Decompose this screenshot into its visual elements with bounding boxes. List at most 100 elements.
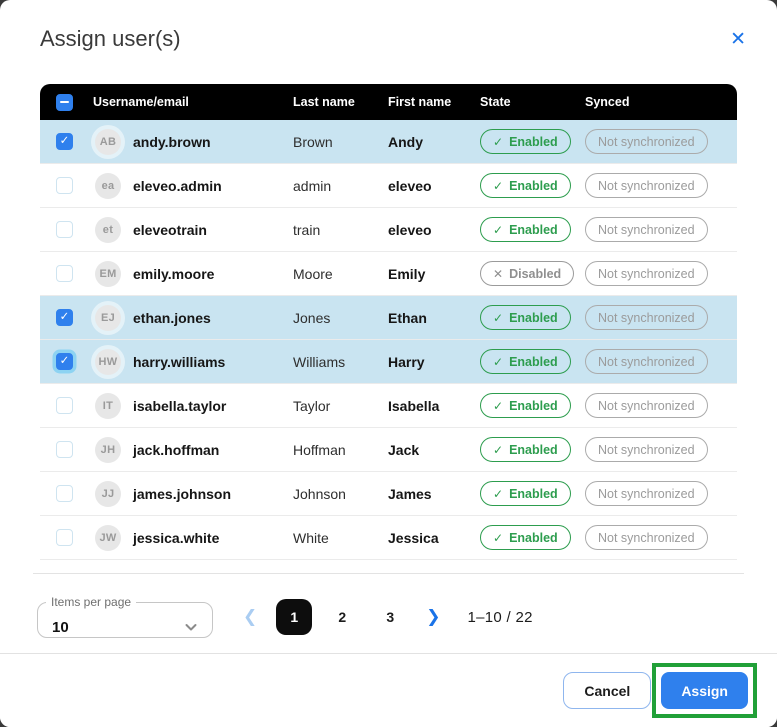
synced-badge: Not synchronized — [585, 481, 708, 506]
state-text: Enabled — [509, 443, 558, 457]
state-badge: ✓ Enabled — [480, 129, 571, 154]
state-text: Enabled — [509, 135, 558, 149]
last-name-text: train — [293, 222, 388, 238]
avatar: et — [95, 217, 121, 243]
state-cell: ✓ Enabled — [480, 129, 585, 154]
table-row[interactable]: ✓ HW harry.williams Williams Harry ✓ Ena… — [40, 340, 737, 384]
state-badge: ✓ Enabled — [480, 525, 571, 550]
first-name-text: Harry — [388, 354, 480, 370]
username-text: jessica.white — [133, 530, 219, 546]
synced-cell: Not synchronized — [585, 481, 737, 506]
username-text: andy.brown — [133, 134, 211, 150]
state-icon: ✕ — [493, 268, 503, 280]
avatar: AB — [95, 129, 121, 155]
synced-badge: Not synchronized — [585, 129, 708, 154]
prev-page-icon[interactable]: ❮ — [243, 607, 257, 627]
row-checkbox-cell: ✓ — [40, 309, 82, 326]
column-header-firstname: First name — [388, 95, 480, 109]
state-badge: ✓ Enabled — [480, 349, 571, 374]
table-row[interactable]: ✓ JJ james.johnson Johnson James ✓ Enabl… — [40, 472, 737, 516]
table-bottom-divider — [33, 573, 744, 574]
cancel-button[interactable]: Cancel — [563, 672, 651, 709]
users-table: Username/email Last name First name Stat… — [40, 84, 737, 560]
user-cell: IT isabella.taylor — [82, 393, 293, 419]
username-text: isabella.taylor — [133, 398, 226, 414]
table-row[interactable]: ✓ EM emily.moore Moore Emily ✕ Disabled … — [40, 252, 737, 296]
table-row[interactable]: ✓ JW jessica.white White Jessica ✓ Enabl… — [40, 516, 737, 560]
avatar: EM — [95, 261, 121, 287]
page-button-1[interactable]: 1 — [276, 599, 312, 635]
user-cell: et eleveotrain — [82, 217, 293, 243]
synced-badge: Not synchronized — [585, 393, 708, 418]
row-checkbox-cell: ✓ — [40, 529, 82, 546]
last-name-text: Brown — [293, 134, 388, 150]
last-name-text: Moore — [293, 266, 388, 282]
state-cell: ✓ Enabled — [480, 173, 585, 198]
row-checkbox[interactable]: ✓ — [56, 485, 73, 502]
state-badge: ✓ Enabled — [480, 481, 571, 506]
table-row[interactable]: ✓ ea eleveo.admin admin eleveo ✓ Enabled… — [40, 164, 737, 208]
dialog-header: Assign user(s) ✕ — [0, 0, 777, 53]
row-checkbox-cell: ✓ — [40, 441, 82, 458]
user-cell: JH jack.hoffman — [82, 437, 293, 463]
state-badge: ✓ Enabled — [480, 393, 571, 418]
username-text: jack.hoffman — [133, 442, 219, 458]
table-row[interactable]: ✓ JH jack.hoffman Hoffman Jack ✓ Enabled… — [40, 428, 737, 472]
state-text: Enabled — [509, 487, 558, 501]
page-button-3[interactable]: 3 — [372, 599, 408, 635]
row-checkbox[interactable]: ✓ — [56, 309, 73, 326]
next-page-icon[interactable]: ❯ — [426, 607, 440, 627]
state-text: Enabled — [509, 223, 558, 237]
close-icon[interactable]: ✕ — [722, 26, 754, 53]
row-checkbox-cell: ✓ — [40, 397, 82, 414]
select-all-checkbox[interactable] — [56, 94, 73, 111]
row-checkbox[interactable]: ✓ — [56, 353, 73, 370]
row-checkbox[interactable]: ✓ — [56, 177, 73, 194]
row-checkbox[interactable]: ✓ — [56, 441, 73, 458]
user-cell: ea eleveo.admin — [82, 173, 293, 199]
state-text: Enabled — [509, 179, 558, 193]
state-icon: ✓ — [493, 136, 503, 148]
row-checkbox[interactable]: ✓ — [56, 133, 73, 150]
page-button-2[interactable]: 2 — [324, 599, 360, 635]
items-per-page-select[interactable]: Items per page 10 — [37, 596, 213, 638]
table-row[interactable]: ✓ EJ ethan.jones Jones Ethan ✓ Enabled N… — [40, 296, 737, 340]
first-name-text: Jessica — [388, 530, 480, 546]
row-checkbox-cell: ✓ — [40, 485, 82, 502]
table-row[interactable]: ✓ IT isabella.taylor Taylor Isabella ✓ E… — [40, 384, 737, 428]
state-cell: ✓ Enabled — [480, 393, 585, 418]
state-text: Enabled — [509, 531, 558, 545]
user-cell: AB andy.brown — [82, 129, 293, 155]
row-checkbox[interactable]: ✓ — [56, 265, 73, 282]
first-name-text: Jack — [388, 442, 480, 458]
table-row[interactable]: ✓ et eleveotrain train eleveo ✓ Enabled … — [40, 208, 737, 252]
state-cell: ✓ Enabled — [480, 217, 585, 242]
last-name-text: Williams — [293, 354, 388, 370]
last-name-text: admin — [293, 178, 388, 194]
state-badge: ✕ Disabled — [480, 261, 574, 286]
avatar: EJ — [95, 305, 121, 331]
avatar: JW — [95, 525, 121, 551]
first-name-text: Emily — [388, 266, 480, 282]
assign-button[interactable]: Assign — [661, 672, 748, 709]
synced-cell: Not synchronized — [585, 525, 737, 550]
row-checkbox[interactable]: ✓ — [56, 221, 73, 238]
username-text: james.johnson — [133, 486, 231, 502]
check-icon: ✓ — [60, 136, 70, 148]
table-body: ✓ AB andy.brown Brown Andy ✓ Enabled Not… — [40, 120, 737, 560]
username-text: harry.williams — [133, 354, 225, 370]
synced-cell: Not synchronized — [585, 393, 737, 418]
state-icon: ✓ — [493, 488, 503, 500]
row-checkbox[interactable]: ✓ — [56, 397, 73, 414]
user-cell: JW jessica.white — [82, 525, 293, 551]
first-name-text: Isabella — [388, 398, 480, 414]
username-text: eleveotrain — [133, 222, 207, 238]
indeterminate-mark-icon — [60, 101, 69, 104]
table-row[interactable]: ✓ AB andy.brown Brown Andy ✓ Enabled Not… — [40, 120, 737, 164]
column-header-lastname: Last name — [293, 95, 388, 109]
row-checkbox[interactable]: ✓ — [56, 529, 73, 546]
check-icon: ✓ — [60, 312, 70, 324]
state-text: Enabled — [509, 311, 558, 325]
avatar: IT — [95, 393, 121, 419]
synced-cell: Not synchronized — [585, 437, 737, 462]
